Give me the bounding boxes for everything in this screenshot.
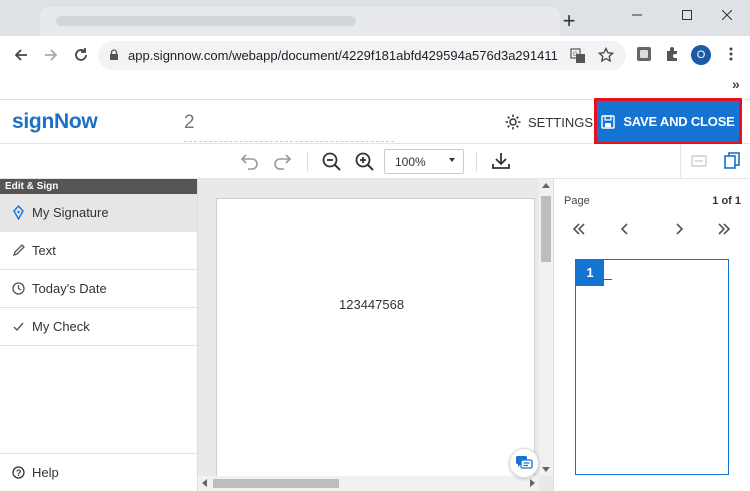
browser-tab[interactable]: [40, 7, 560, 36]
zoom-value: 100%: [395, 155, 426, 169]
last-page-icon[interactable]: [717, 222, 731, 236]
scrollbar-thumb[interactable]: [541, 196, 551, 262]
scroll-left-icon[interactable]: [202, 479, 207, 487]
page-thumbnail-number: 1: [576, 260, 604, 286]
sidebar-item-todays-date[interactable]: Today's Date: [0, 270, 197, 308]
puzzle-piece-icon[interactable]: [664, 46, 680, 62]
extension-icon[interactable]: [636, 46, 652, 62]
browser-title-bar: +: [0, 0, 750, 36]
profile-avatar[interactable]: O: [691, 45, 711, 65]
chat-bubbles-icon: [516, 456, 533, 469]
zoom-select[interactable]: 100%: [384, 149, 464, 174]
undo-icon[interactable]: [240, 152, 260, 170]
first-page-icon[interactable]: [572, 222, 586, 236]
sidebar-item-label: Text: [32, 243, 56, 258]
pages-icon[interactable]: [724, 152, 740, 169]
minimize-icon: [632, 14, 642, 16]
redo-icon[interactable]: [272, 152, 292, 170]
settings-button[interactable]: SETTINGS: [504, 113, 593, 131]
sidebar-item-label: My Signature: [32, 205, 109, 220]
more-vert-icon[interactable]: [723, 46, 739, 62]
bookmarks-overflow-button[interactable]: »: [732, 76, 740, 92]
minimize-button[interactable]: [614, 0, 660, 30]
checkmark-icon: [13, 322, 24, 332]
thumbnail-content: [604, 279, 612, 280]
gear-icon: [505, 114, 521, 130]
reload-icon: [75, 48, 87, 61]
bookmark-star-icon: [598, 47, 614, 63]
chat-button[interactable]: [509, 448, 539, 478]
url-text: app.signnow.com/webapp/document/4229f181…: [128, 48, 558, 63]
zoom-in-icon[interactable]: [355, 152, 375, 172]
back-button[interactable]: [10, 44, 32, 66]
arrow-right-icon: [45, 49, 58, 61]
reload-button[interactable]: [70, 44, 92, 66]
save-and-close-label: SAVE AND CLOSE: [623, 114, 735, 129]
close-window-button[interactable]: [704, 0, 750, 30]
document-viewer: 123447568: [198, 179, 553, 491]
horizontal-scrollbar[interactable]: [198, 476, 539, 491]
scroll-up-icon[interactable]: [542, 183, 550, 188]
save-and-close-button[interactable]: SAVE AND CLOSE: [594, 98, 742, 145]
edit-sign-sidebar: Edit & Sign My Signature Text Today's Da…: [0, 179, 198, 491]
scroll-down-icon[interactable]: [542, 467, 550, 472]
signnow-logo[interactable]: signNow: [12, 110, 98, 134]
new-tab-button[interactable]: +: [558, 10, 580, 32]
page-label: Page: [564, 195, 590, 207]
svg-text:G: G: [573, 52, 578, 58]
next-page-icon[interactable]: [672, 222, 686, 236]
help-circle-icon: ?: [12, 466, 25, 479]
pages-panel: Page 1 of 1 1: [553, 179, 750, 491]
tab-title-blurred: [56, 16, 356, 26]
download-icon[interactable]: [491, 152, 511, 170]
fields-icon[interactable]: [690, 152, 708, 170]
help-button[interactable]: ? Help: [0, 453, 197, 491]
clock-icon: [12, 282, 25, 295]
translate-icon: G: [570, 48, 585, 63]
pencil-icon: [12, 244, 25, 257]
sidebar-header: Edit & Sign: [0, 179, 197, 194]
toolbar-divider: [680, 144, 681, 179]
arrow-left-icon: [14, 49, 27, 61]
previous-page-icon[interactable]: [618, 222, 632, 236]
sidebar-item-my-check[interactable]: My Check: [0, 308, 197, 346]
svg-text:?: ?: [16, 468, 22, 478]
scroll-right-icon[interactable]: [530, 479, 535, 487]
page-thumbnail[interactable]: 1: [575, 259, 729, 475]
sidebar-item-label: Today's Date: [32, 281, 107, 296]
toolbar-divider: [307, 152, 308, 172]
forward-button[interactable]: [40, 44, 62, 66]
editor-toolbar: 100%: [0, 144, 750, 179]
toolbar-divider: [476, 152, 477, 172]
sidebar-item-my-signature[interactable]: My Signature: [0, 194, 197, 232]
chevron-down-icon: [449, 158, 455, 162]
document-title-field[interactable]: 2: [184, 112, 394, 142]
bookmarks-bar: »: [0, 74, 750, 100]
page-count: 1 of 1: [712, 195, 741, 207]
document-page[interactable]: 123447568: [216, 198, 535, 488]
close-icon: [722, 10, 732, 20]
maximize-icon: [682, 10, 692, 20]
document-text[interactable]: 123447568: [339, 297, 404, 312]
address-bar[interactable]: app.signnow.com/webapp/document/4229f181…: [98, 41, 626, 70]
scrollbar-thumb[interactable]: [213, 479, 339, 488]
pen-nib-icon: [13, 205, 24, 220]
floppy-disk-icon: [601, 114, 616, 129]
help-label: Help: [32, 465, 59, 480]
sidebar-item-text[interactable]: Text: [0, 232, 197, 270]
vertical-scrollbar[interactable]: [539, 179, 553, 476]
settings-label: SETTINGS: [528, 114, 594, 130]
zoom-out-icon[interactable]: [322, 152, 342, 172]
lock-icon: [110, 49, 118, 60]
sidebar-item-label: My Check: [32, 319, 90, 334]
